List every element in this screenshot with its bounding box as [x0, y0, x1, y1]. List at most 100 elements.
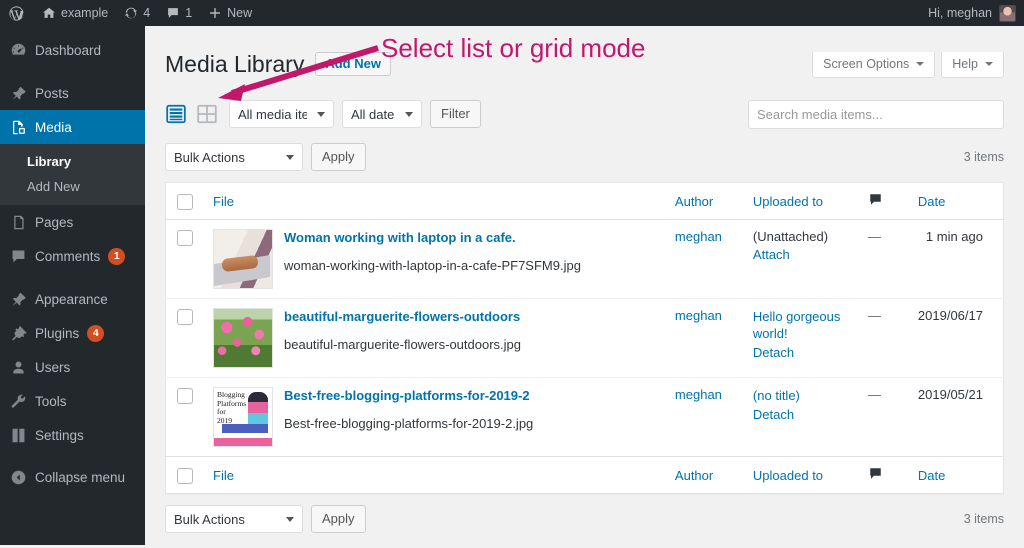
- column-footer-comments[interactable]: [857, 456, 908, 494]
- row-checkbox[interactable]: [177, 230, 193, 246]
- sidebar-item-comments[interactable]: Comments 1: [0, 239, 145, 273]
- select-all-checkbox-footer[interactable]: [177, 467, 193, 484]
- date-filter[interactable]: All dates: [342, 100, 422, 128]
- bulk-actions-select-bottom[interactable]: Bulk Actions: [165, 505, 303, 533]
- column-header-author[interactable]: Author: [664, 182, 743, 220]
- sidebar-item-plugins[interactable]: Plugins 4: [0, 316, 145, 350]
- file-title-link[interactable]: beautiful-marguerite-flowers-outdoors: [284, 308, 521, 325]
- row-select-cell[interactable]: [165, 377, 203, 457]
- sidebar-item-library[interactable]: Library: [0, 149, 145, 174]
- main-content: Screen Options Help Media Library Add Ne…: [145, 26, 1024, 545]
- new-content-label: New: [227, 6, 253, 20]
- grid-view-icon[interactable]: [196, 103, 218, 125]
- greeting-label: Hi, meghan: [928, 6, 992, 20]
- sidebar-item-label: Comments: [35, 248, 101, 264]
- comments-icon: [166, 6, 180, 20]
- select-all-header[interactable]: [165, 182, 203, 220]
- sidebar-item-label: Users: [35, 359, 71, 375]
- screen-meta-links: Screen Options Help: [812, 52, 1004, 78]
- updates-menu[interactable]: 4: [116, 0, 158, 26]
- author-link[interactable]: meghan: [675, 387, 722, 402]
- pages-icon: [9, 213, 27, 231]
- wordpress-logo-icon: [8, 5, 25, 22]
- media-type-filter[interactable]: All media items: [229, 100, 334, 128]
- thumbnail-bench: [222, 424, 268, 433]
- media-submenu: Library Add New: [0, 144, 145, 205]
- row-select-cell[interactable]: [165, 298, 203, 378]
- parent-post-link[interactable]: Hello gorgeous world!: [753, 308, 848, 342]
- column-header-date[interactable]: Date: [907, 182, 1004, 220]
- column-header-uploaded-to[interactable]: Uploaded to: [742, 182, 858, 220]
- row-select-cell[interactable]: [166, 220, 204, 299]
- sidebar-item-settings[interactable]: Settings: [0, 418, 145, 452]
- column-footer-uploaded-to[interactable]: Uploaded to: [742, 456, 858, 494]
- column-footer-file[interactable]: File: [203, 456, 665, 494]
- sidebar-item-tools[interactable]: Tools: [0, 384, 145, 418]
- column-footer-author[interactable]: Author: [664, 456, 743, 494]
- parent-title: (Unattached): [752, 229, 829, 244]
- attach-action-link[interactable]: Detach: [753, 344, 848, 361]
- comments-cell: —: [857, 377, 908, 457]
- table-row: Blogging Platforms for 2019 Best-free-bl…: [165, 377, 1004, 457]
- column-header-file[interactable]: File: [203, 182, 665, 220]
- plus-icon: [208, 6, 222, 20]
- list-view-icon[interactable]: [165, 103, 187, 125]
- site-name-menu[interactable]: example: [34, 0, 116, 26]
- apply-button-top[interactable]: Apply: [311, 143, 366, 171]
- help-button[interactable]: Help: [941, 52, 1004, 78]
- filter-button[interactable]: Filter: [430, 100, 481, 128]
- comments-count: 1: [185, 6, 193, 20]
- sidebar-item-add-new[interactable]: Add New: [0, 174, 145, 199]
- sidebar-item-appearance[interactable]: Appearance: [0, 282, 145, 316]
- menu-separator: [0, 273, 145, 282]
- flowers-thumbnail[interactable]: [213, 308, 273, 368]
- bulk-actions-wrap-top: Bulk Actions: [165, 143, 303, 171]
- search-input[interactable]: [748, 99, 1004, 129]
- sidebar-item-users[interactable]: Users: [0, 350, 145, 384]
- attach-action-link[interactable]: Attach: [753, 246, 848, 263]
- column-footer-date[interactable]: Date: [907, 456, 1004, 494]
- sidebar-item-media[interactable]: Media: [0, 110, 153, 144]
- author-link[interactable]: meghan: [675, 229, 722, 244]
- select-all-checkbox[interactable]: [177, 193, 193, 210]
- sidebar-item-pages[interactable]: Pages: [0, 205, 145, 239]
- table-foot: File Author Uploaded to Date: [165, 456, 1004, 494]
- parent-post-link[interactable]: (no title): [753, 387, 848, 404]
- new-content-menu[interactable]: New: [200, 0, 260, 26]
- row-checkbox[interactable]: [177, 309, 193, 325]
- row-checkbox[interactable]: [177, 388, 193, 404]
- screen-options-button[interactable]: Screen Options: [812, 52, 936, 78]
- chevron-down-icon: [916, 62, 925, 66]
- bulk-actions-select-top[interactable]: Bulk Actions: [165, 143, 303, 171]
- sidebar-item-posts[interactable]: Posts: [0, 76, 145, 110]
- media-icon: [9, 118, 27, 136]
- author-link[interactable]: meghan: [675, 308, 722, 323]
- table-footer-row: File Author Uploaded to Date: [165, 456, 1004, 494]
- account-menu[interactable]: Hi, meghan: [928, 4, 1024, 22]
- comments-column-icon: [868, 194, 883, 210]
- column-header-comments[interactable]: [857, 182, 908, 220]
- sidebar-item-dashboard[interactable]: Dashboard: [0, 33, 145, 67]
- comments-cell: —: [867, 229, 881, 244]
- woman-laptop-thumbnail[interactable]: [213, 229, 273, 289]
- menu-separator: [0, 67, 145, 76]
- select-all-footer[interactable]: [165, 456, 203, 494]
- file-title-link[interactable]: Best-free-blogging-platforms-for-2019-2: [284, 387, 533, 404]
- collapse-menu-button[interactable]: Collapse menu: [0, 460, 145, 494]
- plugins-icon: [9, 324, 27, 342]
- add-new-button[interactable]: Add New: [315, 52, 391, 76]
- comments-menu[interactable]: 1: [158, 0, 200, 26]
- wordpress-logo-menu[interactable]: [0, 0, 34, 26]
- site-name-label: example: [61, 6, 109, 20]
- sidebar-item-label: Pages: [35, 214, 74, 230]
- blogging-platforms-thumbnail[interactable]: Blogging Platforms for 2019: [213, 387, 273, 447]
- users-icon: [9, 358, 27, 376]
- attach-action-link[interactable]: Detach: [753, 406, 848, 423]
- file-name: woman-working-with-laptop-in-a-cafe-PF7S…: [284, 258, 581, 273]
- comments-column-icon: [868, 468, 883, 484]
- date-cell: 2019/05/21: [907, 377, 1004, 457]
- file-title-link[interactable]: Woman working with laptop in a cafe.: [284, 229, 581, 246]
- table-body: Woman working with laptop in a cafe. wom…: [165, 220, 1004, 457]
- comments-cell: —: [857, 298, 908, 378]
- apply-button-bottom[interactable]: Apply: [311, 505, 366, 533]
